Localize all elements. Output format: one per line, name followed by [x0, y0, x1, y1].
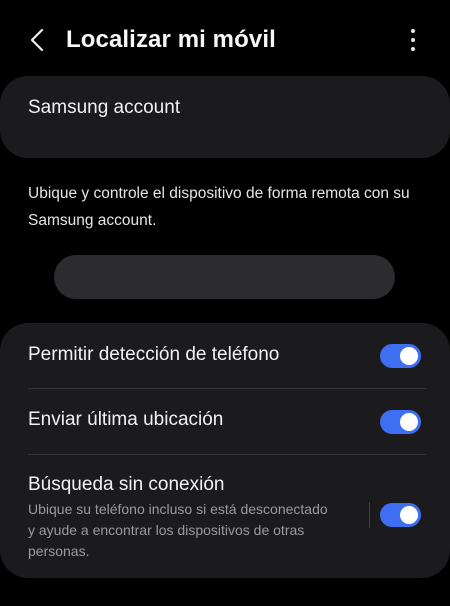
- description-text: Ubique y controle el dispositivo de form…: [28, 185, 410, 229]
- more-vertical-icon: [411, 29, 415, 33]
- offline-finding-toggle[interactable]: [380, 503, 421, 527]
- send-last-location-toggle[interactable]: [380, 410, 421, 434]
- setting-label: Enviar última ubicación: [28, 409, 224, 430]
- page-title: Localizar mi móvil: [66, 26, 276, 53]
- chevron-left-icon: [30, 28, 44, 52]
- phone-detection-toggle[interactable]: [380, 344, 421, 368]
- samsung-account-item[interactable]: Samsung account: [0, 76, 450, 158]
- setting-label: Búsqueda sin conexión: [28, 474, 225, 495]
- more-vertical-icon-dot: [411, 47, 415, 51]
- samsung-account-label: Samsung account: [28, 97, 181, 118]
- app-header: Localizar mi móvil: [0, 0, 450, 80]
- toggle-knob: [400, 347, 418, 365]
- back-button[interactable]: [22, 24, 52, 56]
- action-button[interactable]: [54, 255, 395, 299]
- setting-row-send-last-location[interactable]: Enviar última ubicación: [0, 389, 450, 453]
- settings-card: Permitir detección de teléfono Enviar úl…: [0, 323, 450, 578]
- setting-label: Permitir detección de teléfono: [28, 344, 280, 365]
- more-vertical-icon-dot: [411, 38, 415, 42]
- toggle-knob: [400, 413, 418, 431]
- screen: Localizar mi móvil Samsung account Ubiqu…: [0, 0, 450, 606]
- setting-row-offline-finding[interactable]: Búsqueda sin conexión Ubique su teléfono…: [0, 455, 450, 578]
- setting-row-phone-detection[interactable]: Permitir detección de teléfono: [0, 323, 450, 388]
- vertical-divider: [369, 502, 370, 528]
- more-options-button[interactable]: [402, 27, 424, 53]
- toggle-knob: [400, 506, 418, 524]
- setting-sublabel: Ubique su teléfono incluso si está desco…: [28, 501, 328, 559]
